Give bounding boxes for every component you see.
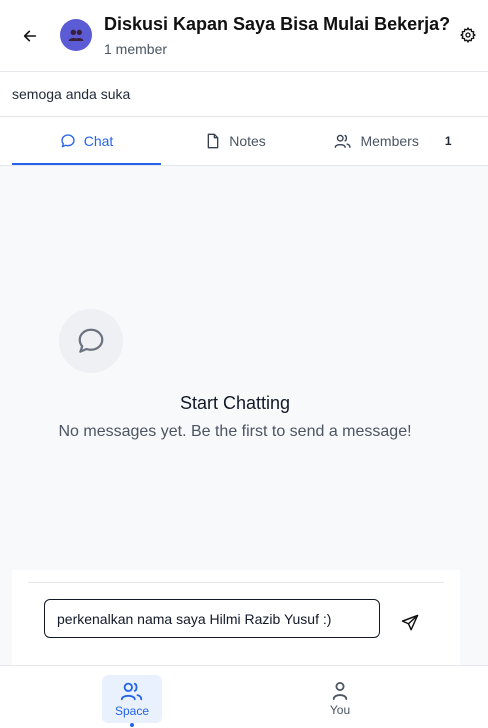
app-header: Diskusi Kapan Saya Bisa Mulai Bekerja? 1…: [0, 0, 488, 72]
users-icon: [335, 134, 352, 148]
back-button[interactable]: [18, 24, 42, 48]
settings-button[interactable]: [459, 26, 477, 44]
users-icon: [120, 682, 143, 701]
space-title: Diskusi Kapan Saya Bisa Mulai Bekerja?: [104, 14, 451, 34]
nav-active-dot: [130, 723, 134, 727]
tab-members-label: Members: [360, 133, 419, 149]
tab-notes[interactable]: Notes: [161, 117, 310, 165]
active-tab-indicator: [12, 163, 161, 165]
tab-notes-label: Notes: [229, 133, 266, 149]
chat-area: Start Chatting No messages yet. Be the f…: [0, 166, 488, 665]
chat-bubble-icon: [61, 134, 75, 148]
bottom-navigation: Space You: [0, 665, 488, 728]
empty-state-icon-circle: [59, 309, 123, 373]
document-icon: [207, 133, 219, 149]
composer-divider: [28, 582, 444, 583]
user-icon: [332, 682, 348, 700]
users-icon: [68, 29, 84, 41]
members-badge: 1: [444, 134, 452, 148]
space-description: semoga anda suka: [0, 72, 488, 117]
empty-state-title: Start Chatting: [179, 393, 291, 413]
gear-icon: [460, 27, 476, 43]
tab-bar: Chat Notes Members 1: [0, 117, 488, 166]
message-composer: [12, 570, 460, 665]
space-avatar: [60, 19, 92, 51]
nav-you[interactable]: You: [310, 675, 370, 723]
send-button[interactable]: [398, 611, 422, 635]
nav-space-label: Space: [114, 704, 150, 718]
empty-state-text: No messages yet. Be the first to send a …: [58, 423, 412, 440]
tab-chat-label: Chat: [83, 133, 114, 149]
nav-you-label: You: [329, 703, 351, 717]
chat-bubble-icon: [78, 328, 104, 353]
tab-members[interactable]: Members 1: [310, 117, 476, 165]
arrow-left-icon: [23, 30, 37, 42]
message-input[interactable]: [44, 599, 380, 638]
send-icon: [401, 614, 419, 631]
nav-space[interactable]: Space: [102, 675, 162, 723]
member-count: 1 member: [104, 41, 168, 57]
tab-chat[interactable]: Chat: [12, 117, 161, 165]
